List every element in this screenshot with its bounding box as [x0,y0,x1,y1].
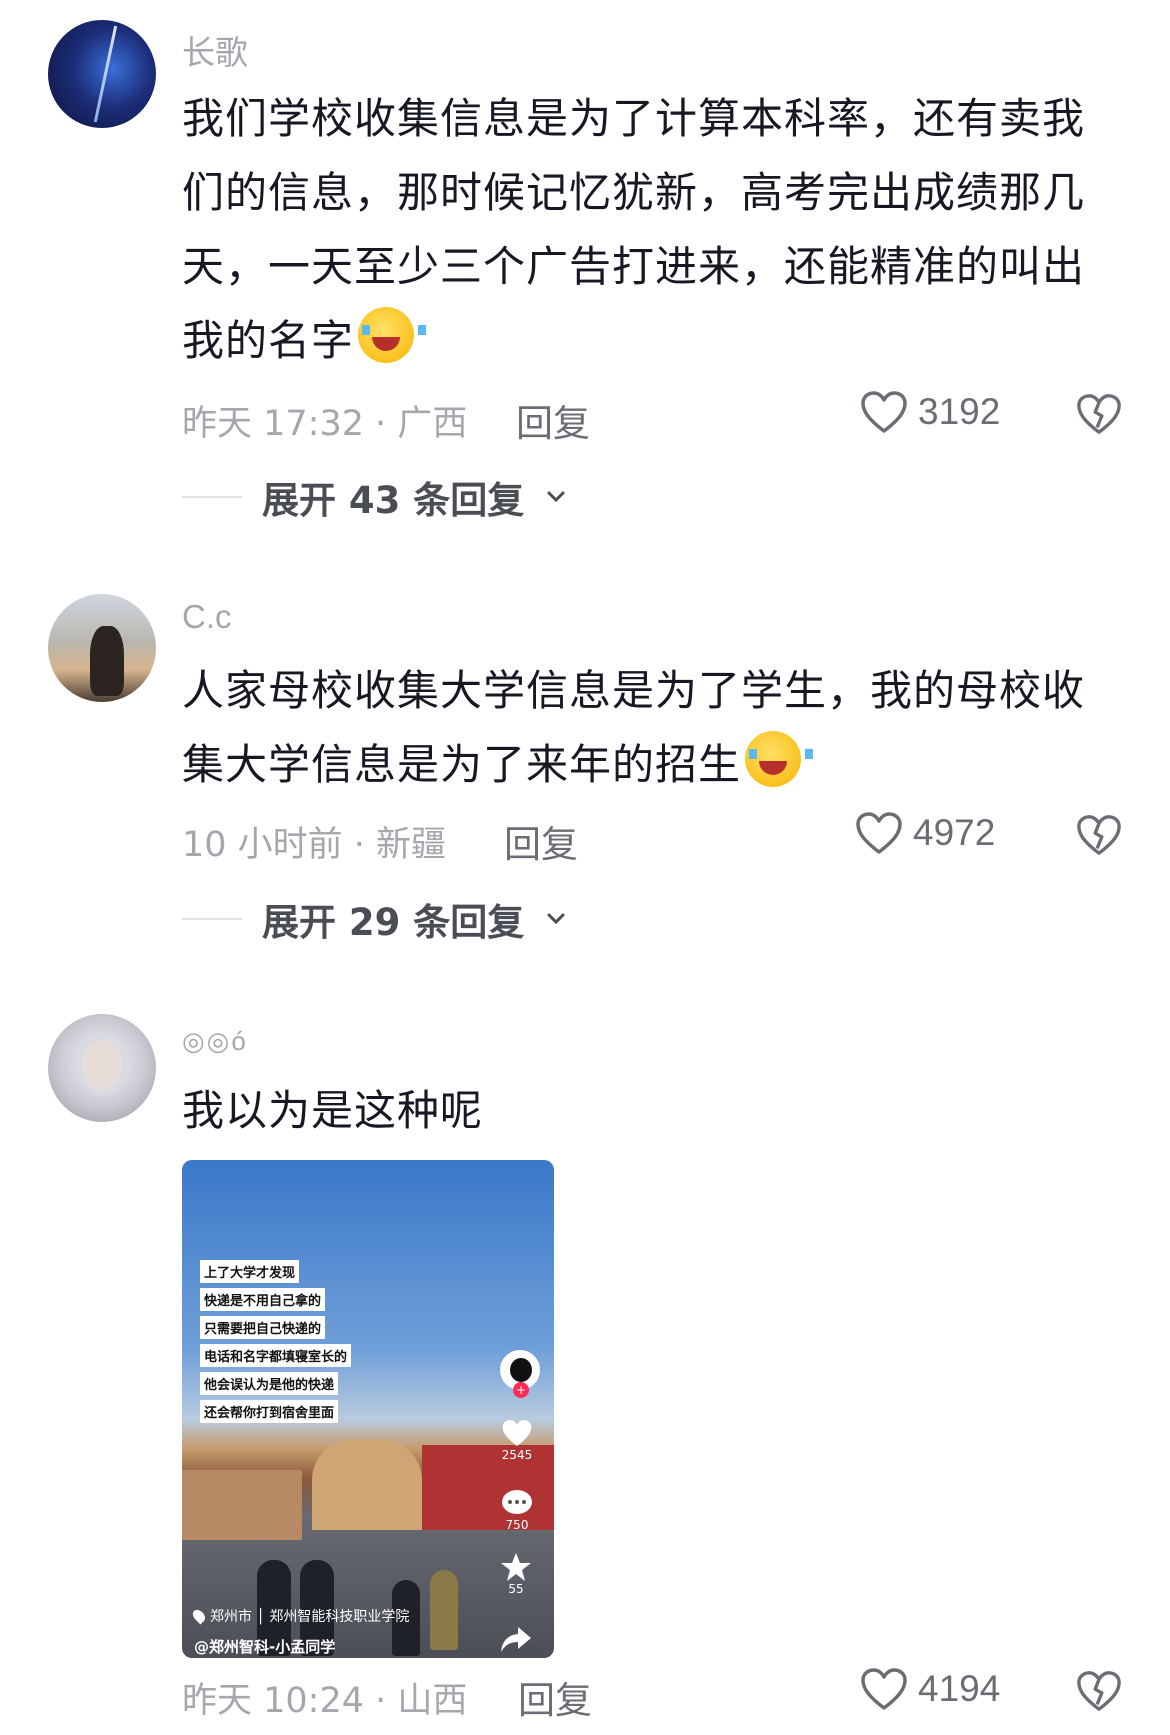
video-favorite-count: 55 [508,1582,524,1596]
reply-button[interactable]: 回复 [504,814,578,868]
video-caption-line: 快递是不用自己拿的 [200,1288,326,1311]
video-like-count: 2545 [501,1448,533,1462]
chevron-down-icon [547,491,565,503]
video-location-text: 郑州市 │ 郑州智能科技职业学院 [210,1609,410,1625]
heart-icon [856,812,902,854]
comment-username[interactable]: C.c [182,598,232,636]
avatar[interactable] [48,1014,156,1122]
like-button[interactable]: 3192 [860,390,1000,434]
comment-text: 我们学校收集信息是为了计算本科率，还有卖我们的信息，那时候记忆犹新，高考完出成绩… [182,82,1112,378]
video-caption-line: 上了大学才发现 [200,1260,300,1283]
video-like[interactable]: 2545 [500,1418,534,1462]
comment-text-body: 人家母校收集大学信息是为了学生，我的母校收集大学信息是为了来年的招生 [182,666,1086,789]
like-count: 4972 [913,812,996,853]
like-count: 4194 [918,1668,1001,1709]
reply-button[interactable]: 回复 [518,1670,592,1724]
expand-replies-button[interactable]: 展开 43 条回复 [182,470,568,524]
video-favorite[interactable]: 55 [500,1552,532,1596]
comment-bubble-icon [502,1490,532,1514]
like-button[interactable]: 4972 [855,811,995,855]
video-caption-line: 只需要把自己快递的 [200,1316,326,1339]
video-thumbnail[interactable]: 上了大学才发现 快递是不用自己拿的 只需要把自己快递的 电话和名字都填寝室长的 … [182,1160,554,1658]
dislike-heart-icon[interactable] [1076,812,1122,858]
red-banner [422,1445,554,1530]
video-comment-count: 750 [505,1518,529,1532]
follow-plus-icon[interactable]: + [513,1382,529,1398]
loudly-crying-face-icon [358,307,427,363]
student-figure [430,1570,458,1650]
comment-text: 我以为是这种呢 [182,1086,484,1135]
expand-replies-label: 展开 43 条回复 [262,479,525,522]
expand-replies-label: 展开 29 条回复 [262,901,525,944]
comment-time-location: 昨天 10:24 · 山西 [182,1681,468,1721]
dislike-heart-icon[interactable] [1076,391,1122,437]
heart-icon [502,1420,532,1446]
chevron-down-icon [547,913,565,925]
reply-button[interactable]: 回复 [516,393,590,447]
video-share[interactable] [500,1624,532,1654]
avatar[interactable] [48,594,156,702]
video-comment[interactable]: 750 [500,1488,534,1532]
comment-text: 人家母校收集大学信息是为了学生，我的母校收集大学信息是为了来年的招生 [182,654,1112,802]
heart-icon [861,391,907,433]
share-arrow-icon [501,1627,531,1652]
dislike-heart-icon[interactable] [1076,1668,1122,1714]
comment-username[interactable]: ◎◎ó [182,1026,248,1057]
video-author-name[interactable]: @郑州智科-小孟同学 [194,1636,335,1657]
heart-icon [861,1668,907,1710]
comment-time-location: 昨天 17:32 · 广西 [182,404,468,444]
location-pin-icon [190,1607,208,1625]
comment-time-location: 10 小时前 · 新疆 [182,825,447,865]
divider [182,918,242,920]
campus-gate [312,1440,422,1530]
building-left [182,1470,302,1540]
video-caption-line: 电话和名字都填寝室长的 [200,1344,352,1367]
expand-replies-button[interactable]: 展开 29 条回复 [182,892,568,946]
video-captions: 上了大学才发现 快递是不用自己拿的 只需要把自己快递的 电话和名字都填寝室长的 … [200,1260,352,1423]
like-button[interactable]: 4194 [860,1667,1000,1711]
crying-face-icon [745,731,814,787]
video-caption-line: 他会误认为是他的快递 [200,1372,339,1395]
video-caption-line: 还会帮你打到宿舍里面 [200,1400,339,1423]
avatar[interactable] [48,20,156,128]
star-icon [501,1553,531,1581]
like-count: 3192 [918,391,1001,432]
comment-username[interactable]: 长歌 [182,26,248,74]
comment-text-body: 我们学校收集信息是为了计算本科率，还有卖我们的信息，那时候记忆犹新，高考完出成绩… [182,94,1086,365]
divider [182,496,242,498]
video-location: 郑州市 │ 郑州智能科技职业学院 [190,1606,410,1626]
